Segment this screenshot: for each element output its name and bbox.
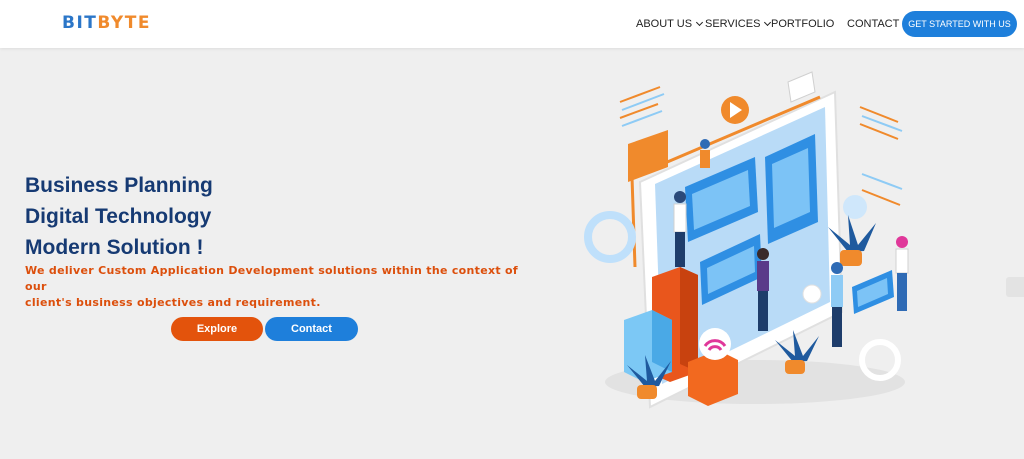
- logo-part-bit: BIT: [62, 13, 98, 33]
- nav-portfolio-label: PORTFOLIO: [771, 18, 835, 30]
- hero-subtitle: We deliver Custom Application Developmen…: [25, 263, 525, 311]
- nav-services[interactable]: SERVICES: [705, 0, 772, 48]
- nav-contact-label: CONTACT: [847, 18, 900, 30]
- nav-about-us-label: ABOUT US: [636, 18, 693, 30]
- nav-portfolio[interactable]: PORTFOLIO: [771, 0, 834, 48]
- nav-about-us[interactable]: ABOUT US: [636, 0, 704, 48]
- hero-subtitle-line: We deliver Custom Application Developmen…: [25, 264, 518, 293]
- explore-button[interactable]: Explore: [171, 317, 263, 341]
- isometric-team-dashboard-illustration: [584, 71, 909, 409]
- hero-subtitle-line: client's business objectives and require…: [25, 296, 321, 309]
- chevron-down-icon: [695, 18, 704, 27]
- hero-title: Business Planning Digital Technology Mod…: [25, 170, 213, 263]
- site-header: BITBYTE ABOUT US SERVICES PORTFOLIO CONT…: [0, 0, 1024, 48]
- logo-part-byte: BYTE: [97, 13, 151, 33]
- hero-title-line: Business Planning: [25, 174, 213, 197]
- get-started-button[interactable]: GET STARTED WITH US: [902, 11, 1017, 37]
- contact-button[interactable]: Contact: [265, 317, 358, 341]
- envelope-icon[interactable]: [1006, 277, 1024, 297]
- nav-services-label: SERVICES: [705, 18, 761, 30]
- hero-title-line: Modern Solution !: [25, 236, 204, 259]
- brand-logo[interactable]: BITBYTE: [62, 13, 151, 33]
- hero-title-line: Digital Technology: [25, 205, 212, 228]
- nav-contact[interactable]: CONTACT: [847, 0, 899, 48]
